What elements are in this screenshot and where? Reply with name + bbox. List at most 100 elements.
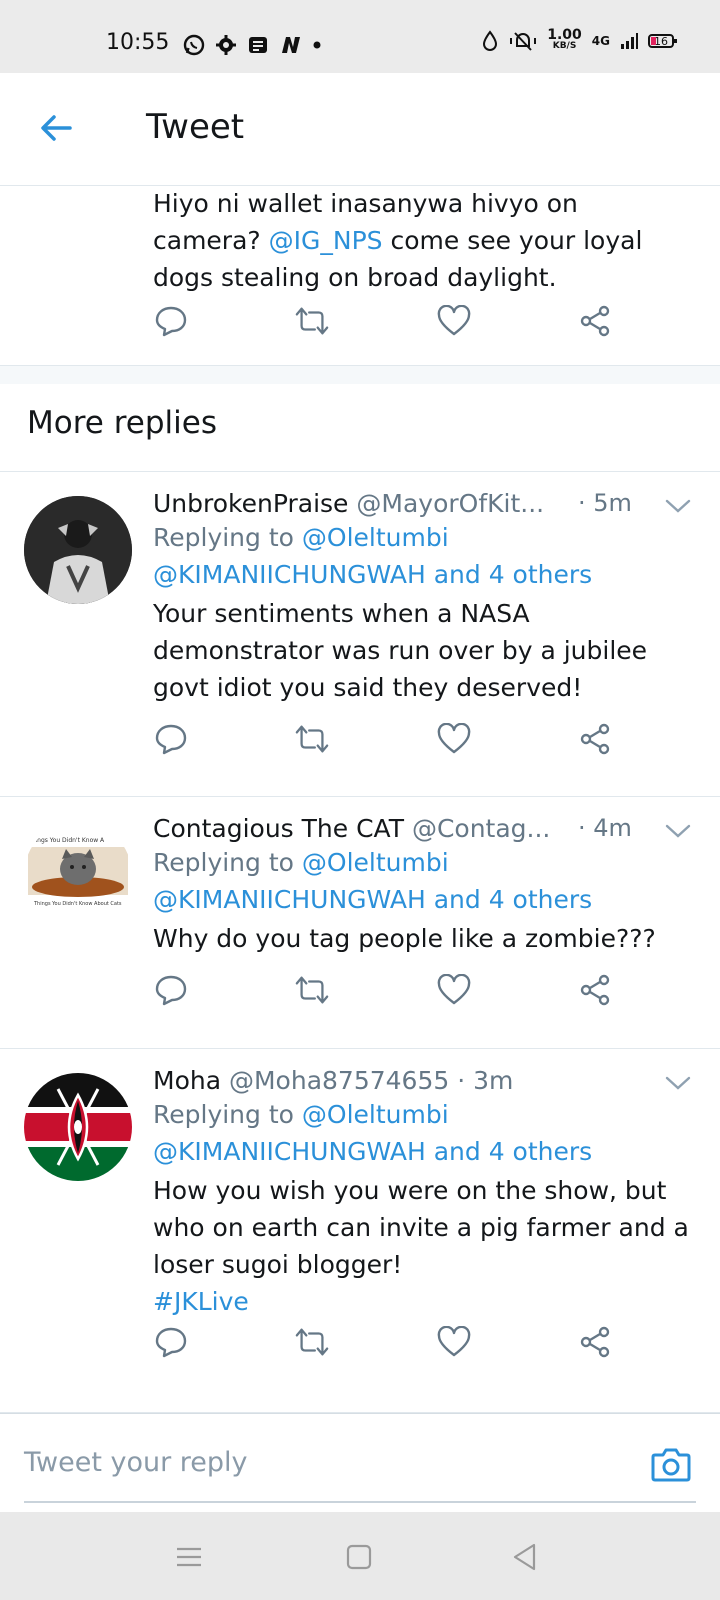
like-button[interactable] <box>436 721 472 757</box>
display-name[interactable]: Moha <box>153 1066 221 1095</box>
share-icon <box>580 1326 610 1358</box>
netflix-n-icon <box>282 37 300 53</box>
mention-link[interactable]: @IG_NPS <box>269 226 383 255</box>
avatar[interactable]: Things You Didn't Know A Things You Didn… <box>24 821 132 929</box>
network-type: 4G <box>591 34 610 48</box>
reply-tweet[interactable]: Moha @Moha87574655 · 3m Replying to @Ole… <box>0 1048 720 1414</box>
main-tweet-text: Hiyo ni wallet inasanywa hivyo on camera… <box>153 189 643 292</box>
news-icon <box>249 37 267 53</box>
status-time: 10:55 <box>106 30 170 55</box>
hashtag-link[interactable]: #JKLive <box>153 1283 698 1320</box>
like-button[interactable] <box>436 1324 472 1360</box>
mention-others-link[interactable]: @KIMANIICHUNGWAH and 4 others <box>153 1133 592 1170</box>
avatar[interactable] <box>24 1073 132 1181</box>
replying-to: Replying to @Oleltumbi @KIMANIICHUNGWAH … <box>153 844 592 918</box>
tweet-actions <box>153 303 613 343</box>
reply-icon <box>155 306 187 337</box>
retweet-icon <box>296 307 329 335</box>
reply-composer: Tweet your reply <box>0 1412 720 1513</box>
timestamp: · 5m <box>578 489 632 517</box>
heart-icon <box>437 1326 470 1357</box>
back-arrow-icon[interactable] <box>36 108 76 148</box>
battery-level: 16 <box>654 34 668 48</box>
reply-button[interactable] <box>153 721 189 757</box>
retweet-button[interactable] <box>294 721 330 757</box>
timestamp: · 3m <box>457 1066 514 1095</box>
reply-header: Contagious The CAT @Contag... <box>153 814 633 843</box>
retweet-icon <box>296 1328 329 1356</box>
section-separator <box>0 365 720 384</box>
retweet-icon <box>296 976 329 1004</box>
main-tweet: Hiyo ni wallet inasanywa hivyo on camera… <box>0 185 720 365</box>
kenya-flag-icon <box>24 1073 132 1181</box>
retweet-button[interactable] <box>294 303 330 339</box>
chevron-down-icon[interactable] <box>664 497 692 515</box>
reply-tweet[interactable]: Things You Didn't Know A Things You Didn… <box>0 796 720 1049</box>
more-replies-header: More replies <box>0 383 720 472</box>
gear-icon <box>216 35 236 55</box>
tweet-actions <box>153 721 613 761</box>
dot-icon <box>313 41 321 49</box>
back-triangle-icon[interactable] <box>510 1542 540 1572</box>
home-square-icon[interactable] <box>344 1542 374 1572</box>
share-button[interactable] <box>577 1324 613 1360</box>
share-button[interactable] <box>577 721 613 757</box>
username: @MayorOfKit... <box>356 489 545 518</box>
share-button[interactable] <box>577 303 613 339</box>
avatar[interactable] <box>24 496 132 604</box>
camera-icon[interactable] <box>650 1443 692 1485</box>
more-replies-heading: More replies <box>27 405 217 441</box>
like-button[interactable] <box>436 303 472 339</box>
reply-button[interactable] <box>153 1324 189 1360</box>
display-name[interactable]: Contagious The CAT <box>153 814 404 843</box>
tweet-actions <box>153 1324 613 1364</box>
cat-photo-icon <box>28 847 128 897</box>
menu-icon[interactable] <box>174 1542 204 1572</box>
signal-icon <box>621 33 638 49</box>
network-speed: 1.00 KB/S <box>547 27 582 52</box>
retweet-button[interactable] <box>294 972 330 1008</box>
username: @Contag... <box>411 814 551 843</box>
mention-others-link[interactable]: @KIMANIICHUNGWAH and 4 others <box>153 556 592 593</box>
reply-header: Moha @Moha87574655 · 3m <box>153 1066 633 1095</box>
chevron-down-icon[interactable] <box>664 822 692 840</box>
composer-underline <box>24 1501 696 1503</box>
avatar-caption-bottom: Things You Didn't Know About Cats <box>34 901 122 907</box>
retweet-icon <box>296 725 329 753</box>
page-title: Tweet <box>146 107 245 147</box>
reply-text: Why do you tag people like a zombie??? <box>153 924 656 953</box>
reply-button[interactable] <box>153 972 189 1008</box>
heart-icon <box>437 723 470 754</box>
reply-text-body: How you wish you were on the show, but w… <box>153 1176 689 1279</box>
reply-button[interactable] <box>153 303 189 339</box>
status-notification-icons <box>183 34 321 56</box>
chevron-down-icon[interactable] <box>664 1074 692 1092</box>
reply-input[interactable]: Tweet your reply <box>24 1447 248 1478</box>
reply-text: Your sentiments when a NASA demonstrator… <box>153 599 648 702</box>
reply-tweet[interactable]: UnbrokenPraise @MayorOfKit... · 5m Reply… <box>0 471 720 797</box>
heart-icon <box>437 974 470 1005</box>
network-speed-value: 1.00 <box>547 27 582 43</box>
mention-link[interactable]: @Oleltumbi <box>302 1100 449 1129</box>
share-button[interactable] <box>577 972 613 1008</box>
mention-link[interactable]: @Oleltumbi <box>302 523 449 552</box>
system-nav-bar <box>0 1512 720 1600</box>
share-icon <box>580 305 610 337</box>
status-system-icons: 1.00 KB/S 4G 16 <box>481 27 677 52</box>
reply-header: UnbrokenPraise @MayorOfKit... <box>153 489 633 518</box>
share-icon <box>580 974 610 1006</box>
silent-bell-icon <box>510 32 537 51</box>
display-name[interactable]: UnbrokenPraise <box>153 489 348 518</box>
network-speed-unit: KB/S <box>552 41 577 51</box>
mention-link[interactable]: @Oleltumbi <box>302 848 449 877</box>
replying-to: Replying to @Oleltumbi @KIMANIICHUNGWAH … <box>153 1096 592 1170</box>
username: @Moha87574655 <box>228 1066 450 1095</box>
app-header: Tweet <box>0 73 720 186</box>
data-saver-icon <box>483 30 498 51</box>
reply-icon <box>155 724 187 755</box>
person-photo-icon <box>24 496 132 604</box>
like-button[interactable] <box>436 972 472 1008</box>
mention-others-link[interactable]: @KIMANIICHUNGWAH and 4 others <box>153 881 592 918</box>
replying-to: Replying to @Oleltumbi @KIMANIICHUNGWAH … <box>153 519 592 593</box>
retweet-button[interactable] <box>294 1324 330 1360</box>
